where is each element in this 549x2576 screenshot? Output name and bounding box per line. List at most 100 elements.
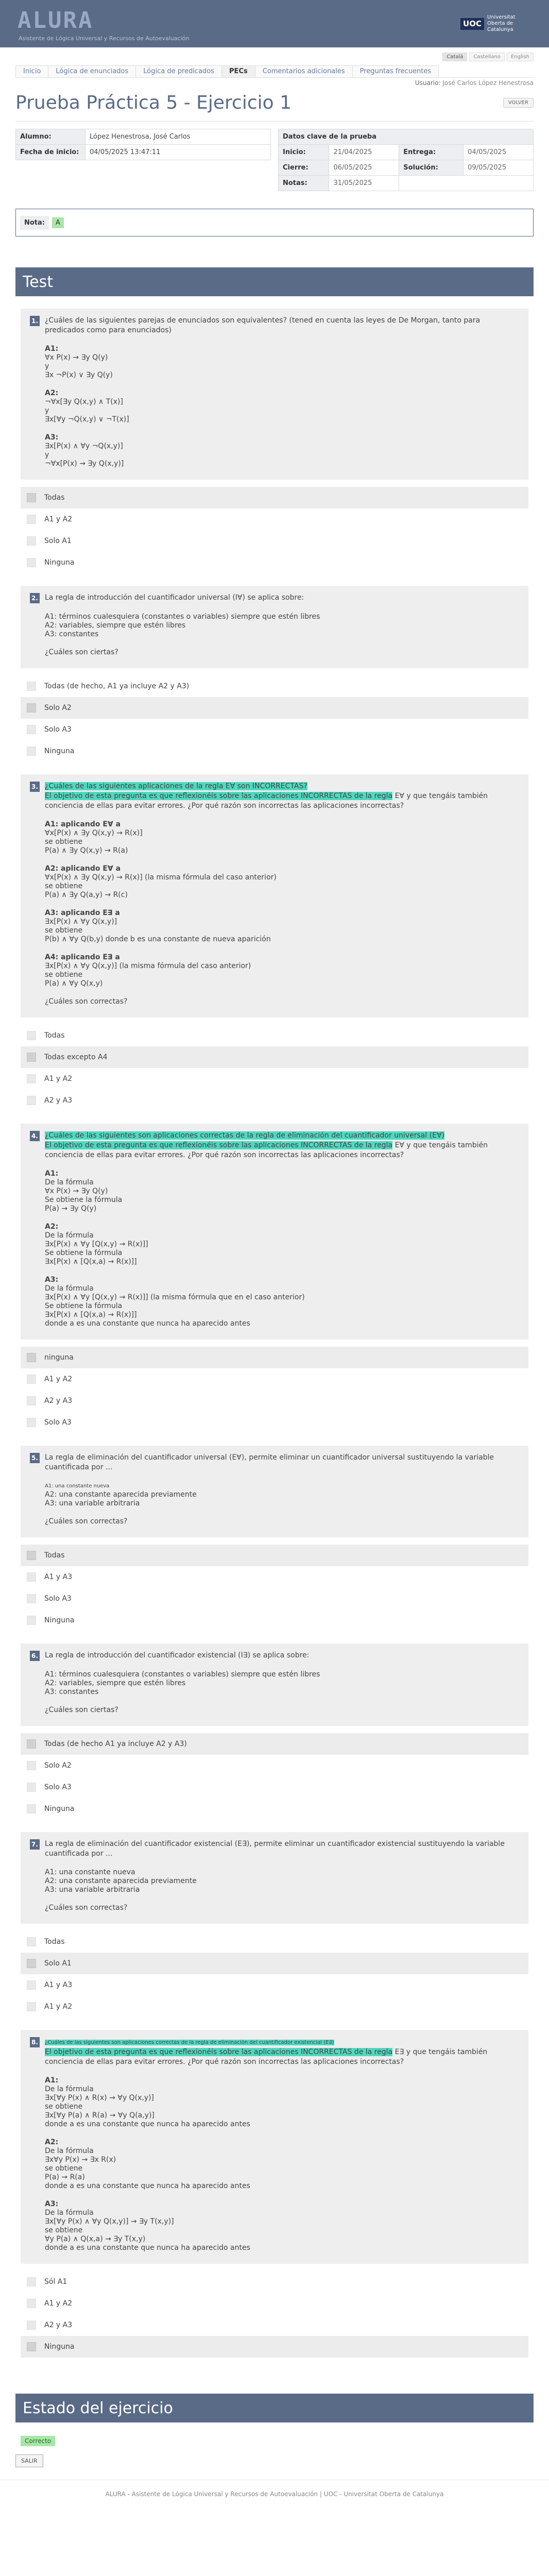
answer-option[interactable]: Solo A2 xyxy=(21,1755,528,1776)
nav-predicados[interactable]: Lógica de predicados xyxy=(135,65,222,77)
nav-enunciados[interactable]: Lógica de enunciados xyxy=(48,65,136,77)
lang-catala[interactable]: Català xyxy=(442,53,468,61)
option-checkbox[interactable] xyxy=(27,1959,36,1968)
answer-option[interactable]: A1 y A2 xyxy=(21,1368,528,1390)
statement-line: y xyxy=(45,362,49,370)
answer-option[interactable]: A1 y A2 xyxy=(21,1068,528,1090)
option-checkbox[interactable] xyxy=(27,1783,36,1792)
statement-line: se obtiene xyxy=(45,882,83,890)
option-checkbox[interactable] xyxy=(27,1739,36,1749)
answer-option[interactable]: A1 y A3 xyxy=(21,1566,528,1588)
answer-option[interactable]: A1 y A2 xyxy=(21,509,528,530)
option-checkbox[interactable] xyxy=(27,1980,36,1990)
answer-option[interactable]: ninguna xyxy=(21,1347,528,1368)
answer-option[interactable]: Ninguna xyxy=(21,1798,528,1820)
option-checkbox[interactable] xyxy=(27,1572,36,1582)
option-checkbox[interactable] xyxy=(27,2299,36,2308)
answer-option[interactable]: Solo A3 xyxy=(21,1776,528,1798)
option-checkbox[interactable] xyxy=(27,1353,36,1362)
question-text: ¿Cuáles de las siguientes son aplicacion… xyxy=(45,2037,519,2067)
cierre-label: Cierre: xyxy=(278,160,330,176)
answer-option[interactable]: A1 y A2 xyxy=(21,2293,528,2314)
option-checkbox[interactable] xyxy=(27,1375,36,1384)
option-checkbox[interactable] xyxy=(27,1418,36,1427)
nav-inicio[interactable]: Inicio xyxy=(15,65,49,77)
user-line: Usuario: José Carlos López Henestrosa xyxy=(0,78,549,88)
option-checkbox[interactable] xyxy=(27,493,36,502)
option-checkbox[interactable] xyxy=(27,1937,36,1946)
answer-option[interactable]: Sól A1 xyxy=(21,2271,528,2293)
answer-option[interactable]: Todas (de hecho A1 ya incluye A2 y A3) xyxy=(21,1733,528,1755)
option-checkbox[interactable] xyxy=(27,1804,36,1814)
option-checkbox[interactable] xyxy=(27,2277,36,2286)
statement-block: A2: De la fórmula ∃x[P(x) ∧ ∀y [Q(x,y) → R… xyxy=(45,1223,519,1266)
statement-line: ∃x[P(x) ∧ ∀y [Q(x,y) → R(x)]] (la misma … xyxy=(45,1293,305,1301)
answer-option[interactable]: Todas (de hecho, A1 ya incluye A2 y A3) xyxy=(21,675,528,697)
option-checkbox[interactable] xyxy=(27,703,36,713)
option-label: Solo A3 xyxy=(44,1783,72,1791)
nav-comentarios[interactable]: Comentarios adicionales xyxy=(254,65,353,77)
uoc-name: Universitat Oberta de Catalunya xyxy=(487,14,516,32)
option-checkbox[interactable] xyxy=(27,1053,36,1062)
statement-line: A1: términos cualesquiera (constantes o … xyxy=(45,613,320,621)
option-label: Ninguna xyxy=(44,558,75,567)
answer-option[interactable]: Todas xyxy=(21,487,528,509)
option-checkbox[interactable] xyxy=(27,1616,36,1625)
statement-line: A3: xyxy=(45,1276,59,1284)
option-checkbox[interactable] xyxy=(27,1396,36,1405)
back-button[interactable]: VOLVER xyxy=(503,97,534,108)
answer-option[interactable]: A2 y A3 xyxy=(21,2314,528,2336)
option-checkbox[interactable] xyxy=(27,558,36,567)
statement-block: A1: ∀x P(x) → ∃y Q(y) y ∃x ¬P(x) ∨ ∃y Q(y) xyxy=(45,345,519,380)
answer-option[interactable]: Ninguna xyxy=(21,552,528,573)
answer-option[interactable]: Todas xyxy=(21,1931,528,1953)
answer-option[interactable]: Ninguna xyxy=(21,2336,528,2358)
answer-option[interactable]: Solo A3 xyxy=(21,719,528,740)
option-checkbox[interactable] xyxy=(27,536,36,546)
option-checkbox[interactable] xyxy=(27,1551,36,1560)
option-checkbox[interactable] xyxy=(27,1761,36,1770)
answer-option[interactable]: Solo A1 xyxy=(21,530,528,552)
option-checkbox[interactable] xyxy=(27,2342,36,2351)
option-checkbox[interactable] xyxy=(27,747,36,756)
answer-option[interactable]: Todas xyxy=(21,1025,528,1046)
option-checkbox[interactable] xyxy=(27,682,36,691)
option-checkbox[interactable] xyxy=(27,1096,36,1105)
entrega-label: Entrega: xyxy=(399,144,464,160)
statement-block: A4: aplicando E∃ a ∃x[P(x) ∧ ∀y Q(x,y)] (… xyxy=(45,953,519,988)
option-checkbox[interactable] xyxy=(27,1031,36,1040)
answer-option[interactable]: A1 y A3 xyxy=(21,1974,528,1996)
nav-faq[interactable]: Preguntas frecuentes xyxy=(352,65,439,77)
answer-options: Todas (de hecho A1 ya incluye A2 y A3) So… xyxy=(21,1733,528,1820)
statement-line: ∃x[P(x) ∧ ∀y [Q(x,y) → R(x)]] xyxy=(45,1240,148,1248)
option-checkbox[interactable] xyxy=(27,515,36,524)
answer-option[interactable]: Todas excepto A4 xyxy=(21,1046,528,1068)
option-label: Ninguna xyxy=(44,2343,75,2351)
question-header: 8. ¿Cuáles de las siguientes son aplicaci… xyxy=(30,2037,519,2067)
answer-option[interactable]: Solo A3 xyxy=(21,1412,528,1433)
answer-option[interactable]: Todas xyxy=(21,1545,528,1566)
option-checkbox[interactable] xyxy=(27,1594,36,1603)
option-checkbox[interactable] xyxy=(27,725,36,734)
user-name: José Carlos López Henestrosa xyxy=(442,79,534,87)
answer-option[interactable]: Ninguna xyxy=(21,1609,528,1631)
question-header: 3. ¿Cuáles de las siguientes aplicaciones… xyxy=(30,782,519,811)
option-checkbox[interactable] xyxy=(27,1074,36,1083)
lang-english[interactable]: English xyxy=(506,53,534,61)
answer-option[interactable]: Ninguna xyxy=(21,740,528,762)
lang-castellano[interactable]: Castellano xyxy=(469,53,505,61)
answer-option[interactable]: Solo A1 xyxy=(21,1953,528,1974)
answer-option[interactable]: Solo A3 xyxy=(21,1588,528,1609)
option-checkbox[interactable] xyxy=(27,2002,36,2011)
answer-option[interactable]: A1 y A2 xyxy=(21,1996,528,2018)
option-checkbox[interactable] xyxy=(27,2320,36,2330)
answer-option[interactable]: A2 y A3 xyxy=(21,1390,528,1412)
answer-option[interactable]: A2 y A3 xyxy=(21,1090,528,1111)
question-card: 4. ¿Cuáles de las siguientes son aplicaci… xyxy=(21,1124,528,1340)
uoc-logo[interactable]: UOC Universitat Oberta de Catalunya xyxy=(460,14,534,33)
answer-option[interactable]: Solo A2 xyxy=(21,697,528,719)
exit-button[interactable]: SALIR xyxy=(15,2454,43,2467)
nav-pecs[interactable]: PECs xyxy=(221,65,255,77)
statement-line: donde a es una constante que nunca ha ap… xyxy=(45,2120,250,2128)
statement-block: A1: una constante nueva A2: una constante… xyxy=(45,1868,519,1894)
